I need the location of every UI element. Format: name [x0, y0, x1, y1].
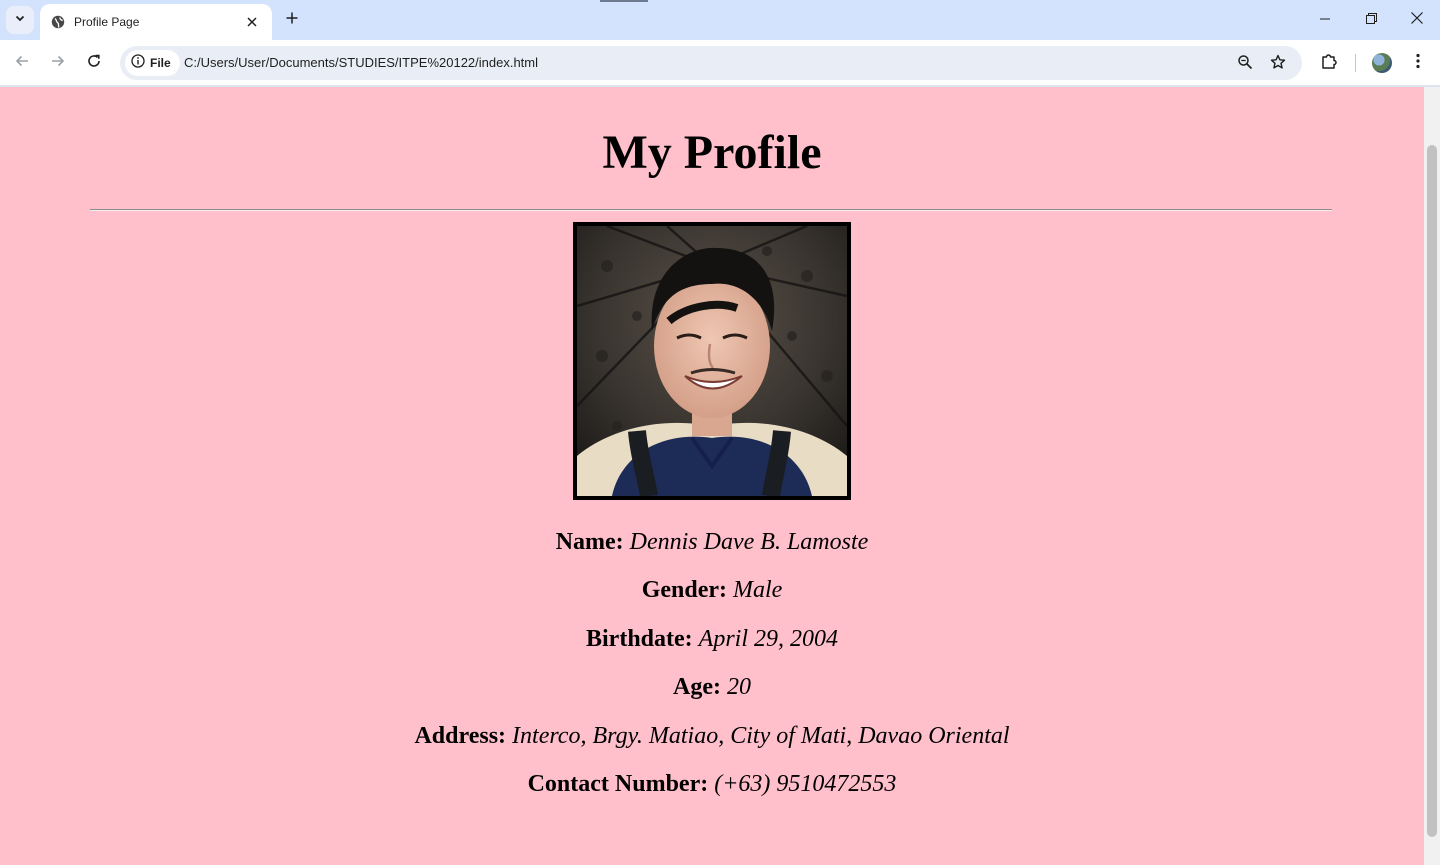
tab-strip: Profile Page: [0, 0, 1440, 40]
site-info-chip[interactable]: File: [125, 50, 180, 76]
chip-label: File: [150, 56, 171, 70]
tab-title: Profile Page: [74, 15, 140, 29]
zoom-icon: [1237, 54, 1253, 75]
browser-toolbar: File C:/Users/User/Documents/STUDIES/ITP…: [0, 40, 1440, 86]
info-label: Age:: [673, 674, 721, 700]
info-value: Dennis Dave B. Lamoste: [629, 529, 869, 555]
tab-drag-indicator: [600, 0, 648, 2]
info-gender: Gender: Male: [0, 575, 1424, 605]
page-title: My Profile: [602, 126, 822, 179]
minimize-button[interactable]: [1310, 6, 1340, 34]
reload-button[interactable]: [80, 49, 108, 77]
info-value: April 29, 2004: [698, 626, 838, 652]
arrow-right-icon: [50, 53, 66, 74]
info-value: Interco, Brgy. Matiao, City of Mati, Dav…: [512, 723, 1010, 749]
kebab-menu-icon: [1416, 53, 1420, 74]
puzzle-icon: [1320, 52, 1338, 75]
toolbar-separator: [1355, 54, 1356, 72]
info-value: 20: [726, 674, 751, 700]
url-text[interactable]: C:/Users/User/Documents/STUDIES/ITPE%201…: [184, 55, 538, 70]
new-tab-button[interactable]: [280, 8, 304, 32]
info-value: (+63) 9510472553: [714, 771, 897, 797]
tab-active[interactable]: Profile Page: [40, 4, 272, 40]
restore-icon: [1365, 11, 1377, 29]
info-birthdate: Birthdate: April 29, 2004: [0, 624, 1424, 654]
info-label: Contact Number:: [527, 771, 709, 797]
bookmark-button[interactable]: [1267, 53, 1289, 75]
reload-icon: [86, 53, 102, 74]
info-name: Name: Dennis Dave B. Lamoste: [0, 527, 1424, 557]
info-address: Address: Interco, Brgy. Matiao, City of …: [0, 721, 1424, 751]
globe-icon: [50, 14, 66, 30]
close-icon: [1411, 11, 1423, 29]
arrow-left-icon: [14, 53, 30, 74]
info-age: Age: 20: [0, 672, 1424, 702]
info-value: Male: [733, 577, 783, 603]
info-label: Birthdate:: [586, 626, 693, 652]
info-contact-number: Contact Number: (+63) 9510472553: [0, 769, 1424, 799]
tab-search-button[interactable]: [6, 6, 34, 34]
extensions-button[interactable]: [1315, 49, 1343, 77]
close-icon[interactable]: [242, 12, 262, 32]
plus-icon: [286, 11, 298, 29]
chevron-down-icon: [14, 11, 26, 29]
horizontal-rule: [90, 209, 1332, 211]
info-label: Gender:: [641, 577, 727, 603]
info-label: Name:: [555, 529, 624, 555]
info-label: Address:: [414, 723, 507, 749]
zoom-button[interactable]: [1234, 53, 1256, 75]
forward-button[interactable]: [44, 49, 72, 77]
scrollbar-thumb[interactable]: [1427, 145, 1437, 837]
vertical-scrollbar[interactable]: [1424, 87, 1440, 865]
restore-button[interactable]: [1356, 6, 1386, 34]
address-bar[interactable]: File C:/Users/User/Documents/STUDIES/ITP…: [120, 46, 1302, 80]
avatar: [1372, 53, 1392, 73]
close-window-button[interactable]: [1402, 6, 1432, 34]
minimize-icon: [1320, 11, 1330, 29]
star-icon: [1270, 54, 1286, 75]
profile-button[interactable]: [1368, 49, 1396, 77]
page-viewport: My Profile Name: Dennis Dave B. Lamoste …: [0, 87, 1424, 865]
back-button[interactable]: [8, 49, 36, 77]
info-icon: [131, 53, 145, 73]
browser-menu-button[interactable]: [1404, 49, 1432, 77]
profile-photo: [573, 222, 851, 500]
